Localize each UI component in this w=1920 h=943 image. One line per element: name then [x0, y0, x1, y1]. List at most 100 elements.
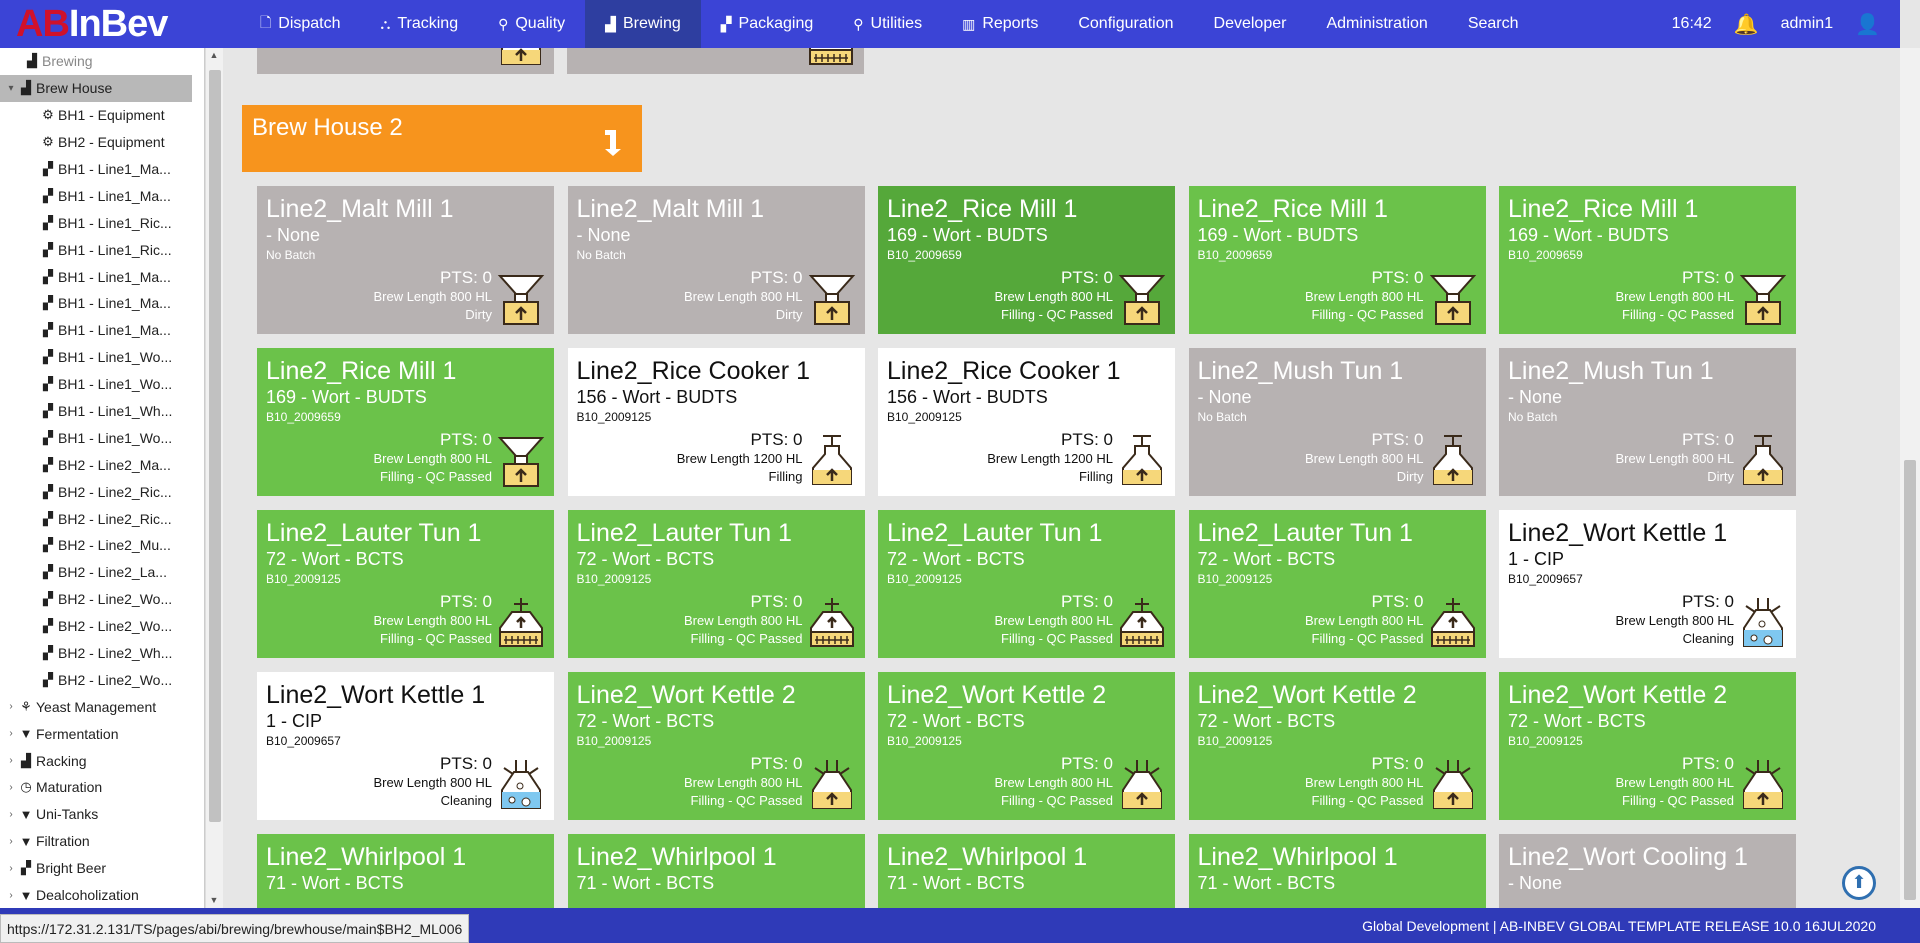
nav-packaging[interactable]: ▞ Packaging — [701, 0, 834, 48]
equipment-tile[interactable]: Line2_Rice Mill 1 169 - Wort - BUDTS B10_2… — [1188, 186, 1486, 334]
caret-right-icon[interactable]: › — [4, 890, 18, 901]
nav-developer[interactable]: Developer — [1194, 0, 1307, 48]
tree-item[interactable]: ▞ BH1 - Line1_Wo... — [0, 424, 200, 451]
main-scrollbar-thumb[interactable] — [1904, 460, 1916, 900]
user-name[interactable]: admin1 — [1781, 15, 1833, 33]
equipment-tile[interactable]: Line2_Rice Cooker 1 156 - Wort - BUDTS B10… — [567, 348, 865, 496]
equipment-tile[interactable]: Line2_Lauter Tun 1 72 - Wort - BCTS B10_20… — [1188, 510, 1486, 658]
tree-item[interactable]: ▞ BH2 - Line2_Wo... — [0, 666, 200, 693]
equipment-tile[interactable]: Line2_Wort Kettle 2 72 - Wort - BCTS B10_2… — [1188, 672, 1486, 820]
tree-item-icon: ◷ — [20, 779, 32, 795]
tree-item[interactable]: ▞ BH2 - Line2_Ric... — [0, 478, 200, 505]
equipment-tile[interactable]: Line2_Wort Kettle 11 - CIP B10_2009657 PTS… — [257, 672, 554, 820]
nav-utilities[interactable]: ⚲ Utilities — [833, 0, 942, 48]
nav-reports[interactable]: ▥ Reports — [942, 0, 1058, 48]
sidebar-scroll-up-icon[interactable]: ▲ — [207, 50, 221, 60]
scroll-to-top-button[interactable]: ⬆ — [1842, 866, 1876, 900]
tree-item[interactable]: ▞ BH1 - Line1_Ric... — [0, 236, 200, 263]
equipment-tile[interactable]: Line2_Wort Kettle 11 - CIP B10_2009657 PTS… — [1499, 510, 1796, 658]
tree-item[interactable]: › ▼ Fermentation — [0, 720, 200, 747]
tree-item[interactable]: › ▼ Dealcoholization — [0, 882, 200, 908]
equipment-tile[interactable]: Line2_Whirlpool 1 71 - Wort - BCTS — [567, 834, 865, 908]
tree-item-icon: ▼ — [19, 833, 33, 849]
tree-item-label: BH2 - Line2_Wo... — [58, 671, 173, 688]
nav-administration[interactable]: Administration — [1306, 0, 1447, 48]
equipment-tile[interactable]: Line2_Wort Kettle 2 72 - Wort - BCTS B10_2… — [1499, 672, 1796, 820]
abinbev-logo[interactable]: AB InBev — [0, 0, 240, 48]
equipment-tile[interactable]: Line2_Mush Tun 1- None No Batch PTS: 0 Brew… — [1188, 348, 1486, 496]
equipment-tile[interactable]: Line2_Wort Cooling 1- None — [1499, 834, 1796, 908]
tile-status-block: PTS: 0 Brew Length 800 HL Cleaning — [1615, 592, 1734, 648]
equipment-tile[interactable]: Line2_Rice Mill 1 169 - Wort - BUDTS B10_2… — [257, 348, 554, 496]
equipment-tile[interactable]: Line2_Lauter Tun 1 72 - Wort - BCTS B10_20… — [257, 510, 554, 658]
equipment-status: Dirty — [775, 307, 803, 322]
tree-item[interactable]: ▞ BH1 - Line1_Ma... — [0, 263, 200, 290]
equipment-tile[interactable]: Line2_Rice Cooker 1 156 - Wort - BUDTS B10… — [878, 348, 1175, 496]
tree-item[interactable]: › ▼ Filtration — [0, 828, 200, 855]
equipment-tile[interactable]: Line2_Wort Kettle 2 72 - Wort - BCTS B10_2… — [878, 672, 1175, 820]
navigation-tree: ▟ Brewing ▾ ▟ Brew House ⚙ BH1 - Equipment ⚙ BH2… — [0, 48, 200, 908]
equipment-tile[interactable]: Line2_Whirlpool 1 71 - Wort - BCTS — [1188, 834, 1486, 908]
brewhouse-section-header[interactable]: Brew House 2 — [242, 105, 642, 172]
caret-right-icon[interactable]: › — [4, 755, 18, 766]
nav-label: Reports — [982, 15, 1039, 32]
tree-item[interactable]: ▞ BH1 - Line1_Ric... — [0, 209, 200, 236]
nav-tracking[interactable]: ⛬ Tracking — [361, 0, 479, 48]
caret-right-icon[interactable]: › — [4, 863, 18, 874]
tree-item[interactable]: ▾ ▟ Brew House — [0, 74, 192, 102]
bell-icon[interactable]: 🔔 — [1734, 12, 1759, 37]
tree-item[interactable]: ▞ BH1 - Line1_Ma... — [0, 290, 200, 317]
equipment-tile[interactable]: Line2_Lauter Tun 1 72 - Wort - BCTS B10_20… — [878, 510, 1175, 658]
tree-item[interactable]: ▞ BH1 - Line1_Wh... — [0, 398, 200, 425]
caret-right-icon[interactable]: › — [4, 836, 18, 847]
caret-right-icon[interactable]: › — [4, 701, 18, 712]
caret-right-icon[interactable]: › — [4, 809, 18, 820]
tree-item[interactable]: › ◷ Maturation — [0, 774, 200, 801]
tree-item[interactable]: ▞ BH1 - Line1_Wo... — [0, 371, 200, 398]
tree-item[interactable]: › ▟ Racking — [0, 747, 200, 774]
equipment-tile[interactable]: Line2_Lauter Tun 1 72 - Wort - BCTS B10_20… — [567, 510, 865, 658]
tree-item[interactable]: ▞ BH1 - Line1_Ma... — [0, 182, 200, 209]
tree-item[interactable]: ▞ BH1 - Line1_Ma... — [0, 156, 200, 183]
equipment-tile[interactable]: Line2_Malt Mill 1- None No Batch PTS: 0 Bre… — [257, 186, 554, 334]
caret-down-icon[interactable]: ▾ — [4, 83, 18, 94]
tree-item[interactable]: ▞ BH2 - Line2_La... — [0, 559, 200, 586]
collapse-arrow-icon[interactable] — [602, 127, 624, 157]
nav-brewing[interactable]: ▟ Brewing — [585, 0, 701, 48]
tree-item[interactable]: ▟ Brewing — [0, 48, 200, 75]
tree-item[interactable]: › ▞ Bright Beer — [0, 855, 200, 882]
tree-item[interactable]: ▞ BH2 - Line2_Wo... — [0, 586, 200, 613]
equipment-tile[interactable]: Line2_Mush Tun 1- None No Batch PTS: 0 Brew… — [1499, 348, 1796, 496]
tree-item[interactable]: ▞ BH2 - Line2_Ric... — [0, 505, 200, 532]
tree-item[interactable]: ▞ BH1 - Line1_Ma... — [0, 317, 200, 344]
nav-configuration[interactable]: Configuration — [1058, 0, 1193, 48]
tree-item-icon: ▞ — [43, 645, 53, 661]
equipment-tile[interactable]: Line2_Whirlpool 1 71 - Wort - BCTS — [257, 834, 554, 908]
equipment-tile[interactable]: Line2_Rice Mill 1 169 - Wort - BUDTS B10_2… — [1499, 186, 1796, 334]
equipment-tile[interactable]: Brew Length 1200 HLDirty — [257, 48, 554, 74]
sidebar-scroll-down-icon[interactable]: ▼ — [207, 895, 221, 905]
tree-item[interactable]: ▞ BH2 - Line2_Mu... — [0, 532, 200, 559]
brew-length: Brew Length 800 HL — [994, 613, 1113, 628]
equipment-tile[interactable]: Line2_Wort Kettle 2 72 - Wort - BCTS B10_2… — [567, 672, 865, 820]
tree-item[interactable]: › ▼ Uni-Tanks — [0, 801, 200, 828]
nav-search[interactable]: Search — [1448, 0, 1539, 48]
tree-item[interactable]: ⚙ BH1 - Equipment — [0, 102, 200, 129]
equipment-tile[interactable]: Brew Length 1200 HLClean — [567, 48, 864, 74]
tree-item[interactable]: ⚙ BH2 - Equipment — [0, 129, 200, 156]
nav-quality[interactable]: ⚲ Quality — [478, 0, 585, 48]
tree-item[interactable]: ▞ BH2 - Line2_Ma... — [0, 451, 200, 478]
equipment-tile[interactable]: Line2_Malt Mill 1- None No Batch PTS: 0 Bre… — [567, 186, 865, 334]
tree-item[interactable]: ▞ BH2 - Line2_Wo... — [0, 613, 200, 640]
user-icon[interactable]: 👤 — [1855, 12, 1880, 37]
sidebar-scrollbar-thumb[interactable] — [209, 70, 221, 822]
equipment-tile[interactable]: Line2_Whirlpool 1 71 - Wort - BCTS — [878, 834, 1175, 908]
equipment-tile[interactable]: Line2_Rice Mill 1 169 - Wort - BUDTS B10_2… — [878, 186, 1175, 334]
caret-right-icon[interactable]: › — [4, 782, 18, 793]
equipment-name: Line2_Rice Mill 1 — [1508, 195, 1699, 223]
caret-right-icon[interactable]: › — [4, 728, 18, 739]
nav-dispatch[interactable]: 🗋 Dispatch — [240, 0, 361, 48]
tree-item[interactable]: ▞ BH1 - Line1_Wo... — [0, 344, 200, 371]
tree-item[interactable]: › ⚘ Yeast Management — [0, 693, 200, 720]
tree-item[interactable]: ▞ BH2 - Line2_Wh... — [0, 640, 200, 667]
